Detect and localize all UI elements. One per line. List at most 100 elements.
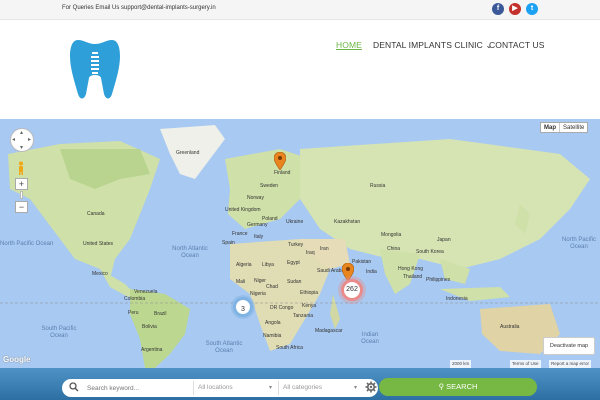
map-label-uk: United Kingdom <box>225 207 261 213</box>
map-label-canada: Canada <box>87 211 105 217</box>
deactivate-map-button[interactable]: Deactivate map <box>543 337 595 355</box>
map-label-sudan: Sudan <box>287 279 302 285</box>
map-label-pakistan: Pakistan <box>352 259 372 265</box>
categories-select[interactable]: All categories ▾ <box>278 381 360 395</box>
chevron-down-icon: ▾ <box>268 385 272 391</box>
report-map-error-link[interactable]: Report a map error <box>549 360 592 368</box>
ocean-label-south-pacific: South Pacific Ocean <box>41 326 77 339</box>
map-label-angola: Angola <box>265 320 281 326</box>
map-type-satellite[interactable]: Satellite <box>560 123 587 132</box>
map-label-peru: Peru <box>128 310 139 316</box>
twitter-icon[interactable]: t <box>526 3 538 15</box>
locations-select[interactable]: All locations ▾ <box>193 381 275 395</box>
map-label-australia: Australia <box>500 324 520 330</box>
pan-down-icon[interactable]: ▾ <box>20 144 23 151</box>
ocean-label-indian: Indian Ocean <box>361 332 379 345</box>
nav-clinic-label: DENTAL IMPLANTS CLINIC <box>373 40 483 50</box>
pan-left-icon[interactable]: ◂ <box>12 136 15 143</box>
marker-cluster-red[interactable]: 262 <box>341 279 363 301</box>
map-label-france: France <box>232 231 248 237</box>
map-label-argentina: Argentina <box>141 347 163 353</box>
map-label-philippines: Philippines <box>426 277 451 283</box>
zoom-in-button[interactable]: + <box>15 178 28 190</box>
map-label-chad: Chad <box>266 284 278 290</box>
map-label-japan: Japan <box>437 237 451 243</box>
youtube-icon[interactable]: ▶ <box>509 3 521 15</box>
map-label-russia: Russia <box>370 183 386 189</box>
map-label-south-korea: South Korea <box>416 249 444 255</box>
map-label-bolivia: Bolivia <box>142 324 157 330</box>
map-label-china: China <box>387 246 401 252</box>
ocean-label-south-atlantic: South Atlantic Ocean <box>205 341 243 354</box>
map-label-sweden: Sweden <box>260 183 279 189</box>
map-marker-finland[interactable] <box>274 152 286 170</box>
map-label-turkey: Turkey <box>288 242 304 248</box>
nav-dental-implants-clinic[interactable]: DENTAL IMPLANTS CLINIC ⌄ <box>373 40 493 51</box>
map-label-kenya: Kenya <box>302 303 317 309</box>
map-label-namibia: Namibia <box>263 333 282 339</box>
map-label-mexico: Mexico <box>92 271 108 277</box>
nav-contact-us[interactable]: CONTACT US <box>489 40 544 50</box>
pan-control[interactable]: ▴ ▾ ◂ ▸ <box>10 128 34 152</box>
map-label-kazakhstan: Kazakhstan <box>334 219 361 225</box>
map-label-south-africa: South Africa <box>276 345 303 351</box>
map-label-egypt: Egypt <box>287 260 300 266</box>
map-label-spain: Spain <box>222 240 235 246</box>
map-label-poland: Poland <box>262 216 278 222</box>
search-button[interactable]: ⚲ SEARCH <box>379 378 537 396</box>
map-label-germany: Germany <box>247 222 268 228</box>
map-label-ukraine: Ukraine <box>286 219 304 225</box>
search-icon: ⚲ <box>438 382 445 391</box>
map-label-brazil: Brazil <box>154 311 167 317</box>
map-scale: 2000 km <box>450 360 472 368</box>
marker-cluster-blue[interactable]: 3 <box>233 297 253 317</box>
ocean-label-north-pacific-right: North Pacific Ocean <box>561 237 596 250</box>
map-label-thailand: Thailand <box>403 274 423 280</box>
street-view-pegman-icon[interactable] <box>16 161 26 175</box>
map-label-greenland: Greenland <box>176 150 200 156</box>
map-label-nigeria: Nigeria <box>250 291 266 297</box>
ocean-label-north-pacific: North Pacific Ocean <box>0 241 54 247</box>
map-label-tanzania: Tanzania <box>293 313 314 319</box>
site-header: HOME DENTAL IMPLANTS CLINIC ⌄ CONTACT US <box>0 20 600 119</box>
map-label-italy: Italy <box>254 234 264 240</box>
locations-select-value: All locations <box>198 384 233 391</box>
chevron-down-icon: ▾ <box>353 385 357 391</box>
map-label-mali: Mali <box>236 279 246 285</box>
pan-right-icon[interactable]: ▸ <box>28 136 31 143</box>
map-label-algeria: Algeria <box>236 262 252 268</box>
map-label-indonesia: Indonesia <box>446 296 468 302</box>
map-label-libya: Libya <box>262 262 274 268</box>
google-logo: Google <box>3 355 31 364</box>
world-map[interactable]: Greenland Finland Sweden Norway United K… <box>0 119 600 368</box>
ocean-label-north-atlantic: North Atlantic Ocean <box>172 246 208 259</box>
gear-icon[interactable] <box>365 381 377 393</box>
map-label-iran: Iran <box>320 246 329 252</box>
zoom-out-button[interactable]: − <box>15 201 28 213</box>
map-label-niger: Niger <box>254 278 266 284</box>
map-type-map[interactable]: Map <box>541 123 560 132</box>
search-keyword-input[interactable] <box>87 381 191 395</box>
zoom-slider-track[interactable] <box>20 191 23 199</box>
terms-of-use-link[interactable]: Terms of Use <box>510 360 541 368</box>
categories-select-value: All categories <box>283 384 323 391</box>
search-icon <box>69 382 79 392</box>
facebook-icon[interactable]: f <box>492 3 504 15</box>
nav-home[interactable]: HOME <box>336 40 362 50</box>
tooth-implant-logo[interactable] <box>70 38 120 102</box>
map-type-control[interactable]: Map Satellite <box>540 122 589 133</box>
contact-email-text: For Queries Email Us support@dental-impl… <box>62 5 216 11</box>
pan-up-icon[interactable]: ▴ <box>20 129 23 136</box>
map-label-venezuela: Venezuela <box>134 289 158 295</box>
map-label-hong-kong: Hong Kong <box>398 266 424 272</box>
map-label-madagascar: Madagascar <box>315 328 343 334</box>
top-bar: For Queries Email Us support@dental-impl… <box>0 0 600 20</box>
map-label-norway: Norway <box>247 195 264 201</box>
map-label-dr-congo: DR Congo <box>270 305 294 311</box>
map-label-iraq: Iraq <box>306 250 315 256</box>
map-label-finland: Finland <box>274 170 291 176</box>
map-label-mongolia: Mongolia <box>381 232 402 238</box>
map-label-ethiopia: Ethiopia <box>300 290 319 296</box>
map-label-united-states: United States <box>83 241 114 247</box>
search-button-label: SEARCH <box>446 382 478 391</box>
